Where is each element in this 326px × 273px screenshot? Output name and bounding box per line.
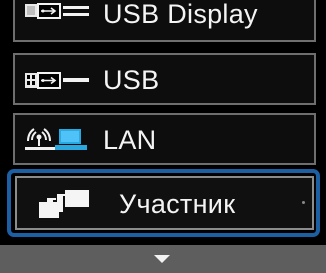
participant-windows-icon [39,189,95,226]
usb-connector-icon [25,69,91,100]
menu-item-label: USB [103,65,160,95]
menu-item-label: Участник [119,189,236,219]
menu-item-label: USB Display [103,0,258,29]
menu-item-participant[interactable]: Участник [15,176,314,230]
chevron-down-icon[interactable] [154,255,170,263]
menu-item-lan[interactable]: LAN [13,113,316,165]
menu-item-label: LAN [103,125,157,155]
usb-connector-icon [25,0,91,31]
source-menu-screen: USB Display USB LAN Участник [0,0,326,273]
menu-item-usb-display[interactable]: USB Display [13,0,316,42]
focus-marker [302,201,305,204]
menu-item-usb[interactable]: USB [13,53,316,105]
network-antenna-icon [25,126,93,159]
